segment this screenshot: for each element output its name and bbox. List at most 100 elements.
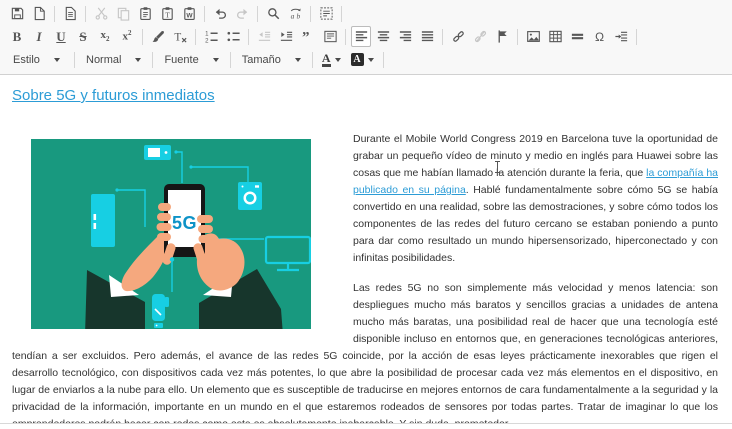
paste-button[interactable]	[135, 3, 155, 24]
background-color-button[interactable]: A	[347, 49, 378, 70]
subscript-button[interactable]: x2	[95, 26, 115, 47]
blockquote-icon: ”	[301, 29, 316, 44]
select-all-button[interactable]	[316, 3, 336, 24]
chevron-down-icon	[135, 58, 141, 62]
align-center-icon	[376, 29, 391, 44]
table-icon	[548, 29, 563, 44]
align-left-button[interactable]	[351, 26, 371, 47]
outdent-button[interactable]	[254, 26, 274, 47]
font-combo[interactable]: Fuente	[157, 50, 225, 70]
preview-button[interactable]	[60, 3, 80, 24]
5g-illustration: 5G	[31, 139, 311, 329]
create-div-icon	[323, 29, 338, 44]
toolbar-separator	[195, 29, 196, 45]
svg-text:1: 1	[205, 30, 209, 37]
chevron-down-icon	[213, 58, 219, 62]
svg-text:T: T	[165, 11, 170, 20]
strikethrough-button[interactable]: S	[73, 26, 93, 47]
toolbar-separator	[341, 6, 342, 22]
bulleted-list-button[interactable]	[223, 26, 243, 47]
paste-from-word-icon: W	[182, 6, 197, 21]
underline-button[interactable]: U	[51, 26, 71, 47]
align-right-button[interactable]	[395, 26, 415, 47]
paste-text-button[interactable]: T	[157, 3, 177, 24]
align-right-icon	[398, 29, 413, 44]
new-page-button[interactable]	[29, 3, 49, 24]
new-page-icon	[32, 6, 47, 21]
paste-from-word-button[interactable]: W	[179, 3, 199, 24]
svg-text:”: ”	[301, 30, 309, 44]
svg-text:W: W	[186, 12, 193, 19]
editing-area[interactable]: Sobre 5G y futuros inmediatos	[0, 75, 732, 423]
cut-icon	[94, 6, 109, 21]
italic-button[interactable]: I	[29, 26, 49, 47]
svg-text:2: 2	[205, 37, 209, 44]
justify-button[interactable]	[417, 26, 437, 47]
indent-button[interactable]	[276, 26, 296, 47]
indent-icon	[279, 29, 294, 44]
paragraph-1-text-after: . Hablé fundamentalmente sobre cómo 5G s…	[353, 184, 718, 264]
text-cursor	[497, 161, 498, 173]
washing-machine-icon	[238, 182, 262, 210]
paragraph-format-combo[interactable]: Normal	[79, 50, 148, 70]
blockquote-button[interactable]: ”	[298, 26, 318, 47]
copy-formatting-button[interactable]	[148, 26, 168, 47]
horizontal-rule-button[interactable]	[567, 26, 587, 47]
toolbar-separator	[142, 29, 143, 45]
numbered-list-button[interactable]: 12	[201, 26, 221, 47]
post-title: Sobre 5G y futuros inmediatos	[12, 87, 718, 105]
anchor-icon	[495, 29, 510, 44]
cut-button[interactable]	[91, 3, 111, 24]
replace-button[interactable]: ab	[285, 3, 305, 24]
remove-format-icon: T	[173, 29, 188, 44]
save-icon	[10, 6, 25, 21]
toolbar-separator	[248, 29, 249, 45]
font-size-combo[interactable]: Tamaño	[235, 50, 308, 70]
toolbar-separator	[230, 52, 231, 68]
superscript-icon: x2	[123, 30, 132, 43]
unlink-button[interactable]	[470, 26, 490, 47]
post-title-link[interactable]: Sobre 5G y futuros inmediatos	[12, 87, 215, 104]
redo-button[interactable]	[232, 3, 252, 24]
toolbar-separator	[310, 6, 311, 22]
text-color-button[interactable]: A	[318, 49, 345, 70]
svg-text:b: b	[296, 12, 300, 21]
create-div-button[interactable]	[320, 26, 340, 47]
copy-button[interactable]	[113, 3, 133, 24]
chevron-down-icon	[54, 58, 60, 62]
tv-icon	[144, 145, 171, 160]
toolbar-separator	[442, 29, 443, 45]
horizontal-rule-icon	[570, 29, 585, 44]
link-button[interactable]	[448, 26, 468, 47]
align-center-button[interactable]	[373, 26, 393, 47]
toolbar-separator	[74, 52, 75, 68]
align-left-icon	[354, 29, 369, 44]
toolbar-row-2: BIUSx2 x2 T 12 ” Ω	[0, 25, 732, 48]
superscript-button[interactable]: x2	[117, 26, 137, 47]
anchor-button[interactable]	[492, 26, 512, 47]
table-button[interactable]	[545, 26, 565, 47]
paste-text-icon: T	[160, 6, 175, 21]
toolbar-row-1: T Wab	[0, 2, 732, 25]
italic-icon: I	[36, 30, 41, 43]
find-button[interactable]	[263, 3, 283, 24]
font-combo-label: Fuente	[164, 54, 198, 66]
undo-button[interactable]	[210, 3, 230, 24]
toolbar-separator	[85, 6, 86, 22]
special-character-button[interactable]: Ω	[589, 26, 609, 47]
styles-combo[interactable]: Estilo	[6, 50, 70, 70]
strikethrough-icon: S	[79, 30, 86, 43]
link-icon	[451, 29, 466, 44]
svg-text:T: T	[174, 31, 181, 43]
page-break-button[interactable]	[611, 26, 631, 47]
toolbar-separator	[636, 29, 637, 45]
toolbar-separator	[345, 29, 346, 45]
copy-formatting-icon	[151, 29, 166, 44]
remove-format-button[interactable]: T	[170, 26, 190, 47]
image-button[interactable]	[523, 26, 543, 47]
save-button[interactable]	[7, 3, 27, 24]
fridge-icon	[91, 194, 115, 247]
rich-text-editor: T Wab BIUSx2 x2 T 12 ” Ω Estilo Normal Fuente Tam…	[0, 0, 732, 424]
bold-button[interactable]: B	[7, 26, 27, 47]
toolbar-separator	[152, 52, 153, 68]
